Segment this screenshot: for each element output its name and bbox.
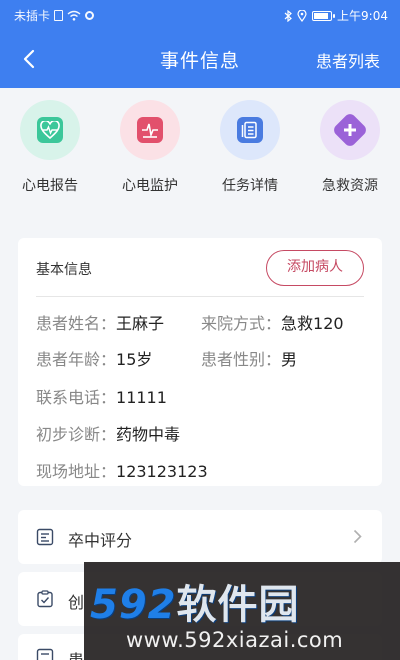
phone-value: 11111 [116, 388, 167, 407]
patient-age-value: 15岁 [116, 350, 153, 369]
task-detail-circle [220, 100, 280, 160]
ecg-monitor-icon [137, 117, 163, 143]
diagnosis-row: 初步诊断：药物中毒 [36, 421, 180, 445]
medical-cross-icon [331, 111, 369, 149]
battery-icon [312, 10, 336, 21]
address-label: 现场地址： [36, 462, 117, 481]
divider [36, 296, 364, 297]
record-indicator-icon [85, 11, 95, 20]
bluetooth-icon [284, 9, 292, 22]
diagnosis-label: 初步诊断： [36, 425, 117, 444]
arrival-mode-row: 来院方式：急救120 [201, 310, 344, 334]
basic-info-title: 基本信息 [36, 262, 92, 278]
task-detail-label: 任务详情 [222, 178, 278, 194]
ecg-monitor-button[interactable]: 心电监护 [110, 100, 190, 195]
watermark-digits: 592 [90, 582, 177, 628]
status-bar: 未插卡 上午9:04 [0, 0, 400, 30]
patient-name-row: 患者姓名：王麻子 [36, 310, 164, 334]
score-list-icon [36, 528, 54, 546]
clock-time: 上午9:04 [337, 9, 388, 23]
patient-age-row: 患者年龄：15岁 [36, 346, 152, 370]
diagnosis-value: 药物中毒 [116, 425, 181, 444]
patient-gender-label: 患者性别： [201, 350, 282, 369]
document-icon [36, 648, 54, 660]
emergency-resources-circle [320, 100, 380, 160]
wifi-icon [67, 10, 81, 21]
heart-ecg-icon [37, 117, 63, 143]
nav-bar: 事件信息 患者列表 [0, 30, 400, 88]
list-item-3-label: 患 [68, 647, 84, 660]
phone-row: 联系电话：11111 [36, 384, 167, 408]
task-list-icon [237, 117, 263, 143]
basic-info-card: 基本信息 添加病人 患者姓名：王麻子 来院方式：急救120 患者年龄：15岁 患… [18, 238, 382, 486]
carrier-text: 未插卡 [14, 9, 51, 23]
stroke-score-label: 卒中评分 [68, 531, 133, 550]
patient-name-label: 患者姓名： [36, 314, 117, 333]
chevron-right-icon [353, 529, 362, 544]
patient-gender-value: 男 [281, 350, 298, 369]
ecg-report-label: 心电报告 [22, 178, 78, 194]
add-patient-button[interactable]: 添加病人 [266, 250, 364, 286]
patient-list-link[interactable]: 患者列表 [316, 48, 380, 72]
arrival-mode-label: 来院方式： [201, 314, 282, 333]
patient-name-value: 王麻子 [116, 314, 165, 333]
watermark-overlay: 592软件园 www.592xiazai.com [84, 562, 400, 660]
patient-gender-row: 患者性别：男 [201, 346, 297, 370]
emergency-resources-button[interactable]: 急救资源 [310, 100, 390, 195]
ecg-monitor-label: 心电监护 [122, 178, 178, 194]
app-header: 未插卡 上午9:04 事件信息 患者列表 [0, 0, 400, 88]
list-item-2-label: 创 [68, 593, 85, 612]
task-detail-button[interactable]: 任务详情 [210, 100, 290, 195]
emergency-resources-label: 急救资源 [322, 178, 378, 194]
sim-icon [54, 10, 64, 21]
address-row: 现场地址：123123123 [36, 458, 208, 482]
arrival-mode-value: 急救120 [281, 314, 344, 333]
stroke-score-item[interactable]: 卒中评分 [18, 510, 382, 564]
ecg-report-button[interactable]: 心电报告 [10, 100, 90, 195]
phone-label: 联系电话： [36, 388, 117, 407]
location-icon [297, 9, 307, 22]
watermark-brand-text: 软件园 [176, 582, 300, 628]
ecg-report-circle [20, 100, 80, 160]
ecg-monitor-circle [120, 100, 180, 160]
watermark-brand: 592软件园 [90, 572, 300, 630]
clipboard-check-icon [37, 590, 53, 608]
quick-actions: 心电报告 心电监护 任务详情 急救资源 [0, 100, 400, 210]
address-value: 123123123 [116, 462, 208, 481]
patient-age-label: 患者年龄： [36, 350, 117, 369]
watermark-url: www.592xiazai.com [126, 628, 344, 652]
